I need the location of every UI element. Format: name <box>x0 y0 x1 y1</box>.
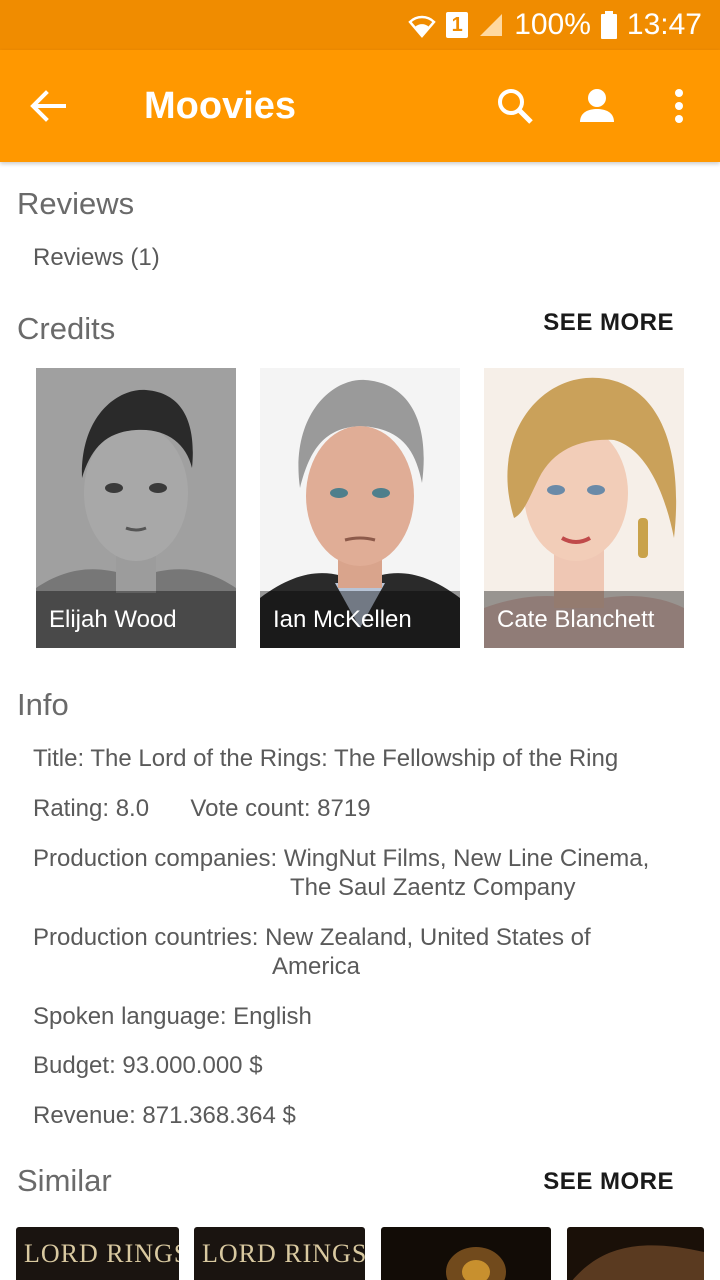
info-companies-line2: The Saul Zaentz Company <box>290 874 576 901</box>
similar-movie-poster[interactable]: LORD RINGS <box>16 1227 179 1280</box>
info-countries-line1: New Zealand, United States of <box>265 924 591 951</box>
account-button[interactable] <box>556 50 638 162</box>
reviews-title: Reviews <box>17 186 135 221</box>
poster-art <box>446 1247 506 1280</box>
info-countries-label: Production countries: <box>33 924 266 951</box>
app-title: Moovies <box>144 84 297 127</box>
similar-movie-poster[interactable]: LORD RINGS <box>194 1227 365 1280</box>
credit-card-elijah-wood[interactable]: Elijah Wood <box>36 368 236 648</box>
similar-see-more-button[interactable]: SEE MORE <box>543 1168 674 1196</box>
overflow-menu-button[interactable] <box>638 50 720 162</box>
sim-icon: 1 <box>446 12 469 38</box>
back-button[interactable] <box>0 50 96 162</box>
info-production-companies: Production companies: WingNut Films, New… <box>33 844 649 902</box>
clock: 13:47 <box>626 8 702 41</box>
info-rating: Rating: 8.0 Vote count: 8719 <box>33 794 371 823</box>
wifi-icon <box>408 12 436 38</box>
reviews-link[interactable]: Reviews (1) <box>33 244 160 272</box>
poster-art <box>572 1245 704 1280</box>
actor-name: Ian McKellen <box>260 591 460 648</box>
info-production-countries: Production countries: New Zealand, Unite… <box>33 923 591 981</box>
similar-movie-poster[interactable] <box>567 1227 704 1280</box>
search-icon <box>498 89 533 124</box>
poster-title: LORD RINGS <box>24 1239 179 1268</box>
info-movie-title: Title: The Lord of the Rings: The Fellow… <box>33 745 619 772</box>
credit-card-ian-mckellen[interactable]: Ian McKellen <box>260 368 460 648</box>
credits-see-more-button[interactable]: SEE MORE <box>543 309 674 337</box>
similar-title: Similar <box>17 1163 112 1198</box>
battery-icon <box>600 11 617 39</box>
status-bar: 1 100% 13:47 <box>0 0 720 50</box>
info-countries-line2: America <box>272 953 361 980</box>
info-title: Info <box>17 687 69 722</box>
poster-title: LORD RINGS <box>202 1239 365 1268</box>
app-bar: Moovies <box>0 50 720 162</box>
info-rating-value: Rating: 8.0 <box>33 795 150 822</box>
similar-movie-poster[interactable] <box>381 1227 551 1280</box>
credit-card-cate-blanchett[interactable]: Cate Blanchett <box>484 368 684 648</box>
actor-name: Elijah Wood <box>36 591 236 648</box>
info-budget: Budget: 93.000.000 $ <box>33 1052 263 1079</box>
info-spoken-language: Spoken language: English <box>33 1003 312 1030</box>
more-vert-icon <box>675 89 683 123</box>
battery-percent: 100% <box>514 8 591 41</box>
info-revenue: Revenue: 871.368.364 $ <box>33 1102 296 1129</box>
arrow-back-icon <box>30 90 66 122</box>
info-companies-line1: WingNut Films, New Line Cinema, <box>283 845 650 872</box>
actor-name: Cate Blanchett <box>484 591 684 648</box>
person-icon <box>580 89 614 122</box>
signal-icon <box>478 12 504 38</box>
info-companies-label: Production companies: <box>33 845 284 872</box>
info-vote-count: Vote count: 8719 <box>190 795 371 822</box>
search-button[interactable] <box>474 50 556 162</box>
credits-title: Credits <box>17 311 116 346</box>
